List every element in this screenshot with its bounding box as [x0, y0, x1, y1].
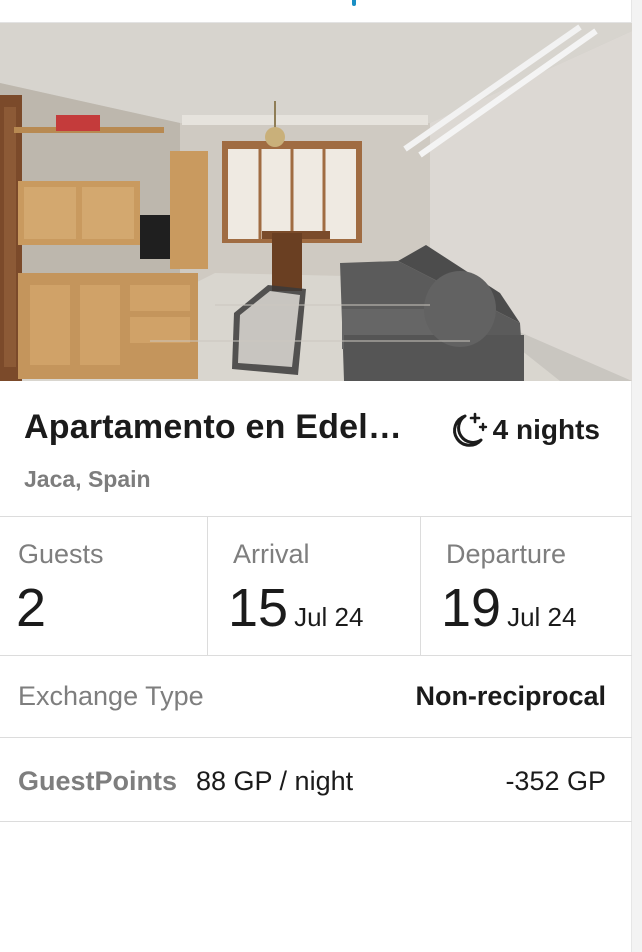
departure-month: Jul 24	[507, 602, 577, 632]
stay-details: Guests 2 Arrival 15 Jul 24 Departure 19 Ju…	[0, 516, 632, 656]
listing-photo[interactable]	[0, 23, 632, 381]
active-tab-indicator	[352, 0, 356, 6]
guests-label: Guests	[18, 539, 104, 569]
arrival-date: 15 Jul 24	[228, 581, 363, 635]
moon-stars-icon	[452, 412, 487, 447]
nights-info: 4 nights	[445, 410, 600, 450]
departure-date: 19 Jul 24	[441, 581, 576, 635]
exchange-type-label: Exchange Type	[18, 681, 204, 711]
guestpoints-total: -352 GP	[505, 766, 606, 796]
scrollbar-track[interactable]	[631, 0, 642, 952]
guests-cell: Guests 2	[0, 517, 207, 655]
arrival-month: Jul 24	[294, 602, 364, 632]
exchange-type-row: Exchange Type Non-reciprocal	[0, 655, 632, 738]
guests-value: 2	[16, 578, 47, 638]
listing-location: Jaca, Spain	[24, 466, 151, 492]
departure-day: 19	[441, 578, 502, 638]
departure-cell: Departure 19 Jul 24	[420, 517, 632, 655]
guestpoints-label: GuestPoints	[18, 766, 178, 796]
guestpoints-rate: 88 GP / night	[196, 766, 354, 796]
listing-header: Apartamento en Edel… 4 nights	[24, 404, 614, 454]
arrival-cell: Arrival 15 Jul 24	[207, 517, 420, 655]
nights-count: 4 nights	[492, 414, 600, 445]
departure-label: Departure	[446, 539, 567, 569]
exchange-type-value: Non-reciprocal	[415, 681, 606, 711]
guestpoints-row: GuestPoints 88 GP / night -352 GP	[0, 738, 632, 822]
listing-title[interactable]: Apartamento en Edel…	[24, 408, 402, 447]
arrival-label: Arrival	[233, 539, 310, 569]
arrival-day: 15	[228, 578, 289, 638]
top-strip	[0, 0, 632, 23]
living-room-photo	[0, 23, 632, 381]
